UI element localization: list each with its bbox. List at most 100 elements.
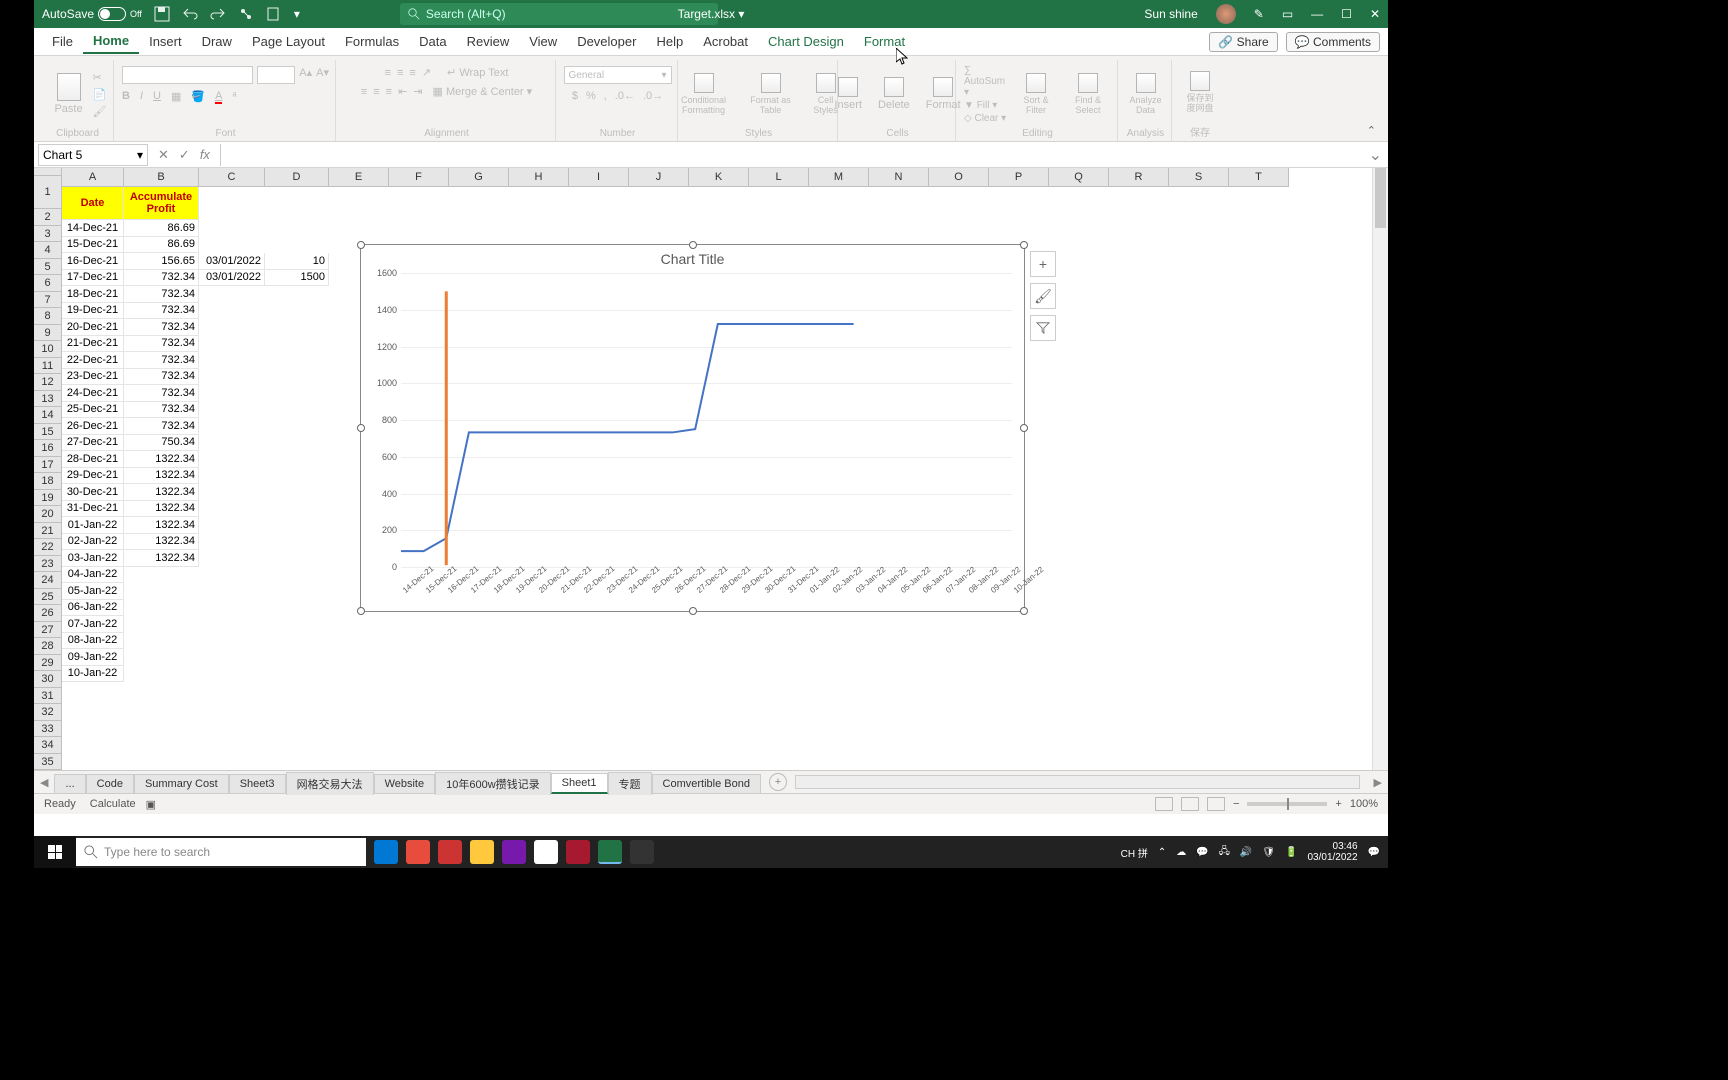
cell-B17[interactable]: 1322.34 [124, 468, 199, 485]
sheet-tab-网格交易大法[interactable]: 网格交易大法 [286, 772, 374, 795]
phonetic-icon[interactable]: ᵃ [232, 90, 236, 103]
tray-battery-icon[interactable]: 🔋 [1285, 847, 1297, 858]
start-button[interactable] [34, 836, 76, 868]
column-header-K[interactable]: K [689, 168, 749, 187]
avatar[interactable] [1216, 4, 1236, 24]
chart-resize-handle[interactable] [1020, 424, 1028, 432]
cancel-formula-icon[interactable]: ✕ [158, 147, 169, 163]
column-header-R[interactable]: R [1109, 168, 1169, 187]
add-sheet-button[interactable]: + [769, 773, 787, 791]
row-header-17[interactable]: 17 [34, 457, 62, 474]
spreadsheet-grid[interactable]: 1234567891011121314151617181920212223242… [34, 168, 1388, 770]
number-format-select[interactable]: General▾ [564, 66, 672, 84]
macro-record-icon[interactable]: ▣ [146, 798, 156, 811]
row-header-7[interactable]: 7 [34, 292, 62, 309]
row-header-9[interactable]: 9 [34, 325, 62, 342]
zoom-slider[interactable] [1247, 802, 1327, 806]
cell-B3[interactable]: 86.69 [124, 237, 199, 254]
normal-view-icon[interactable] [1155, 797, 1173, 811]
column-header-G[interactable]: G [449, 168, 509, 187]
enter-formula-icon[interactable]: ✓ [179, 147, 190, 163]
save-icon[interactable] [154, 6, 170, 22]
taskbar-app-5[interactable] [566, 840, 590, 864]
minimize-icon[interactable]: — [1311, 7, 1323, 21]
sheet-nav-prev[interactable]: ◀ [34, 776, 54, 789]
accounting-format-icon[interactable]: $ [572, 90, 578, 102]
underline-icon[interactable]: U [153, 90, 161, 103]
sheet-tab-Code[interactable]: Code [86, 774, 134, 793]
cell-B16[interactable]: 1322.34 [124, 451, 199, 468]
increase-font-icon[interactable]: A▴ [299, 66, 312, 84]
row-header-12[interactable]: 12 [34, 374, 62, 391]
file-name[interactable]: Target.xlsx ▾ [678, 7, 745, 21]
sheet-tab-Summary Cost[interactable]: Summary Cost [134, 774, 229, 793]
tab-formulas[interactable]: Formulas [335, 30, 409, 53]
tab-chart-design[interactable]: Chart Design [758, 30, 854, 53]
column-header-O[interactable]: O [929, 168, 989, 187]
tray-chevron-icon[interactable]: ⌃ [1158, 847, 1166, 858]
percent-icon[interactable]: % [586, 90, 596, 102]
row-header-5[interactable]: 5 [34, 259, 62, 276]
row-header-3[interactable]: 3 [34, 226, 62, 243]
cell-A10[interactable]: 22-Dec-21 [62, 352, 124, 369]
cell-B22[interactable]: 1322.34 [124, 550, 199, 567]
zoom-out-icon[interactable]: − [1233, 798, 1239, 810]
wrap-text-button[interactable]: ↵ Wrap Text [447, 66, 508, 79]
row-header-20[interactable]: 20 [34, 506, 62, 523]
decrease-decimal-icon[interactable]: .0→ [643, 90, 663, 102]
conditional-formatting-button[interactable]: Conditional Formatting [671, 71, 737, 117]
chart-filters-button[interactable] [1030, 315, 1056, 341]
cell-B19[interactable]: 1322.34 [124, 501, 199, 518]
cell-A24[interactable]: 05-Jan-22 [62, 583, 124, 600]
taskbar-search[interactable]: Type here to search [76, 838, 366, 866]
tab-data[interactable]: Data [409, 30, 456, 53]
ribbon-display-icon[interactable]: ▭ [1282, 7, 1293, 21]
cell-B2[interactable]: 86.69 [124, 220, 199, 237]
increase-indent-icon[interactable]: ⇥ [413, 85, 422, 98]
cell-A19[interactable]: 31-Dec-21 [62, 501, 124, 518]
chart-resize-handle[interactable] [357, 241, 365, 249]
save-to-cloud-button[interactable]: 保存到 度网盘 [1174, 69, 1226, 115]
taskbar-app-3[interactable] [438, 840, 462, 864]
row-header-29[interactable]: 29 [34, 655, 62, 672]
cell-A27[interactable]: 08-Jan-22 [62, 633, 124, 650]
tab-format[interactable]: Format [854, 30, 915, 53]
close-icon[interactable]: ✕ [1370, 7, 1380, 21]
cell-A12[interactable]: 24-Dec-21 [62, 385, 124, 402]
zoom-level[interactable]: 100% [1350, 798, 1378, 810]
cell-A9[interactable]: 21-Dec-21 [62, 336, 124, 353]
sheet-tab-10年600w攒钱记录[interactable]: 10年600w攒钱记录 [435, 772, 551, 795]
column-header-B[interactable]: B [124, 168, 199, 187]
column-header-E[interactable]: E [329, 168, 389, 187]
cell-A16[interactable]: 28-Dec-21 [62, 451, 124, 468]
tray-network-icon[interactable]: 🖧 [1219, 844, 1230, 861]
format-as-table-button[interactable]: Format as Table [743, 71, 799, 117]
align-top-icon[interactable]: ≡ [385, 67, 391, 79]
row-header-18[interactable]: 18 [34, 473, 62, 490]
tray-wechat-icon[interactable]: 💬 [1196, 847, 1208, 858]
cell-B10[interactable]: 732.34 [124, 352, 199, 369]
cell-A5[interactable]: 17-Dec-21 [62, 270, 124, 287]
tab-acrobat[interactable]: Acrobat [693, 30, 758, 53]
qat-customize-icon[interactable]: ▾ [294, 7, 300, 21]
maximize-icon[interactable]: ☐ [1341, 7, 1352, 21]
row-header-28[interactable]: 28 [34, 638, 62, 655]
sheet-tab-Website[interactable]: Website [374, 774, 436, 793]
clear-button[interactable]: ◇ Clear ▾ [964, 113, 1007, 124]
sheet-nav-next[interactable]: ▶ [1368, 776, 1388, 789]
share-button[interactable]: 🔗 Share [1209, 32, 1277, 52]
sheet-tab-...[interactable]: ... [54, 774, 85, 793]
pen-icon[interactable]: ✎ [1254, 7, 1264, 21]
tray-onedrive-icon[interactable]: ☁ [1176, 847, 1186, 858]
chart-resize-handle[interactable] [357, 424, 365, 432]
cell-D5[interactable]: 1500 [265, 270, 329, 287]
tray-lang[interactable]: CH 拼 [1121, 845, 1148, 860]
cell-A13[interactable]: 25-Dec-21 [62, 402, 124, 419]
column-header-M[interactable]: M [809, 168, 869, 187]
collapse-ribbon-icon[interactable]: ⌃ [1363, 120, 1380, 141]
tab-page-layout[interactable]: Page Layout [242, 30, 335, 53]
chart-resize-handle[interactable] [1020, 607, 1028, 615]
chart-selected[interactable]: Chart Title 0200400600800100012001400160… [360, 244, 1025, 612]
tab-draw[interactable]: Draw [192, 30, 242, 53]
row-header-11[interactable]: 11 [34, 358, 62, 375]
